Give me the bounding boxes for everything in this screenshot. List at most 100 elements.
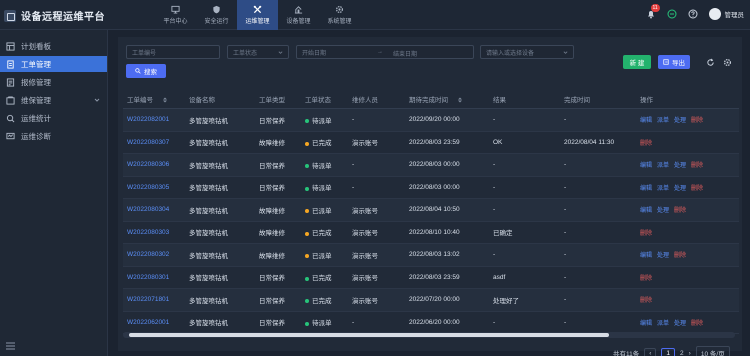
order-no-input[interactable]: 工单编号 bbox=[126, 45, 220, 59]
cell-device: 多管旋喷钻机 bbox=[189, 185, 228, 193]
settings-icon[interactable] bbox=[723, 58, 732, 67]
cell-id[interactable]: W2022080306 bbox=[123, 161, 185, 168]
cell-expected: 2022/08/04 10:50 bbox=[409, 206, 460, 214]
cell-id[interactable]: W2022080304 bbox=[123, 206, 185, 213]
new-button[interactable]: 新 建 bbox=[623, 55, 651, 69]
edit-link[interactable]: 编辑 bbox=[640, 186, 652, 192]
device-placeholder: 请输入或选择设备 bbox=[486, 50, 535, 57]
platform-logo-icon bbox=[4, 9, 16, 22]
main-nav: 平台中心 安全运行 运维管理 设备管理 系统管理 bbox=[155, 0, 360, 30]
delete-link[interactable]: 删除 bbox=[674, 253, 686, 259]
handle-link[interactable]: 处理 bbox=[674, 186, 686, 192]
sidebar-item-label: 计划看板 bbox=[21, 41, 51, 51]
cell-id[interactable]: W2022080303 bbox=[123, 229, 185, 236]
refresh-icon[interactable] bbox=[706, 58, 715, 67]
edit-link[interactable]: 编辑 bbox=[640, 321, 652, 327]
cell-id[interactable]: W2022080307 bbox=[123, 139, 185, 146]
sidebar-item-maintenance[interactable]: 维保管理 bbox=[0, 92, 107, 108]
table-row: W2022071801 多管旋喷钻机 日常保养 已完成 演示账号 2022/07/20 0… bbox=[123, 289, 739, 312]
cell-person: - bbox=[352, 161, 355, 169]
search-button[interactable]: 搜索 bbox=[126, 64, 166, 78]
status-select[interactable]: 工单状态 bbox=[227, 45, 289, 59]
page-1-button[interactable]: 1 bbox=[661, 347, 676, 356]
device-select[interactable]: 请输入或选择设备 bbox=[480, 45, 574, 59]
sidebar-item-label: 维保管理 bbox=[21, 95, 51, 105]
status-dot bbox=[305, 119, 309, 124]
maintenance-icon bbox=[6, 95, 15, 105]
cell-id[interactable]: W2022082001 bbox=[123, 116, 185, 123]
nav-item-system-management[interactable]: 系统管理 bbox=[319, 0, 360, 30]
app-title: 设备远程运维平台 bbox=[21, 12, 105, 23]
sidebar-item-plan-board[interactable]: 计划看板 bbox=[0, 38, 107, 54]
user-name: 管理员 bbox=[724, 12, 745, 19]
cell-person: 演示账号 bbox=[352, 140, 378, 148]
nav-item-safe-operation[interactable]: 安全运行 bbox=[196, 0, 237, 30]
handle-link[interactable]: 处理 bbox=[674, 163, 686, 169]
nav-item-equipment-management[interactable]: 设备管理 bbox=[278, 0, 319, 30]
scrollbar-thumb[interactable] bbox=[129, 333, 609, 337]
table-row: W2022080305 多管旋喷钻机 日常保养 待派单 - 2022/08/03 00:0… bbox=[123, 177, 739, 199]
assign-link[interactable]: 派单 bbox=[657, 321, 669, 327]
delete-link[interactable]: 删除 bbox=[691, 186, 703, 192]
table-row: W2022080307 多管旋喷钻机 故障维修 已完成 演示账号 2022/08/03 2… bbox=[123, 132, 739, 154]
nav-item-maintenance-management[interactable]: 运维管理 bbox=[237, 0, 278, 30]
table-row: W2022062001 多管旋喷钻机 日常保养 待派单 - 2022/06/20 00:0… bbox=[123, 312, 739, 334]
status-text: 已完成 bbox=[312, 140, 332, 148]
sidebar-item-diagnosis[interactable]: 运维诊断 bbox=[0, 128, 107, 144]
delete-link[interactable]: 删除 bbox=[691, 321, 703, 327]
horizontal-scrollbar[interactable] bbox=[123, 332, 735, 338]
header-done-time: 完成时间 bbox=[564, 96, 590, 104]
assign-link[interactable]: 派单 bbox=[657, 186, 669, 192]
prev-page-button[interactable]: ‹ bbox=[644, 347, 657, 356]
status-ok-icon[interactable] bbox=[667, 9, 677, 19]
sidebar-item-work-order[interactable]: 工单管理 bbox=[0, 56, 107, 72]
cell-expected: 2022/08/10 10:40 bbox=[409, 228, 460, 236]
cell-id[interactable]: W2022080302 bbox=[123, 251, 185, 258]
date-range-picker[interactable]: 开始日期 → 结束日期 bbox=[296, 45, 474, 59]
edit-link[interactable]: 编辑 bbox=[640, 208, 652, 214]
edit-link[interactable]: 编辑 bbox=[640, 118, 652, 124]
delete-link[interactable]: 删除 bbox=[674, 208, 686, 214]
header-expected-time[interactable]: 期待完成时间 bbox=[405, 94, 489, 104]
cell-status: 已完成 bbox=[301, 272, 348, 282]
cell-id[interactable]: W2022080301 bbox=[123, 274, 185, 281]
cell-id[interactable]: W2022080305 bbox=[123, 184, 185, 191]
status-dot bbox=[305, 141, 309, 146]
collapse-menu-icon[interactable] bbox=[6, 342, 15, 350]
cell-result: - bbox=[493, 116, 496, 124]
notification-badge: 11 bbox=[650, 4, 660, 12]
next-page-button[interactable]: › bbox=[689, 350, 691, 356]
header-person: 维修人员 bbox=[352, 96, 378, 104]
handle-link[interactable]: 处理 bbox=[674, 118, 686, 124]
delete-link[interactable]: 删除 bbox=[640, 276, 652, 282]
notification-button[interactable]: 11 bbox=[646, 4, 660, 19]
delete-link[interactable]: 删除 bbox=[640, 298, 652, 304]
table-row: W2022080301 多管旋喷钻机 日常保养 已完成 演示账号 2022/08/03 2… bbox=[123, 267, 739, 289]
sidebar-item-statistics[interactable]: 运维统计 bbox=[0, 110, 107, 126]
assign-link[interactable]: 派单 bbox=[657, 118, 669, 124]
handle-link[interactable]: 处理 bbox=[657, 253, 669, 259]
assign-link[interactable]: 派单 bbox=[657, 163, 669, 169]
nav-item-platform-center[interactable]: 平台中心 bbox=[155, 0, 196, 30]
page-2-button[interactable]: 2 bbox=[680, 350, 684, 356]
cell-actions: 编辑 派单 处理 删除 bbox=[636, 115, 739, 124]
edit-link[interactable]: 编辑 bbox=[640, 253, 652, 259]
cell-id[interactable]: W2022062001 bbox=[123, 319, 185, 326]
delete-link[interactable]: 删除 bbox=[691, 163, 703, 169]
export-button[interactable]: 导出 bbox=[658, 55, 690, 69]
handle-link[interactable]: 处理 bbox=[674, 321, 686, 327]
page-size-select[interactable]: 10 条/页 bbox=[695, 346, 730, 356]
delete-link[interactable]: 删除 bbox=[691, 118, 703, 124]
sidebar-item-repair[interactable]: 报修管理 bbox=[0, 74, 107, 90]
user-menu[interactable]: 管理员 bbox=[708, 8, 745, 20]
edit-link[interactable]: 编辑 bbox=[640, 163, 652, 169]
delete-link[interactable]: 删除 bbox=[640, 141, 652, 147]
delete-link[interactable]: 删除 bbox=[640, 231, 652, 237]
header-status: 工单状态 bbox=[305, 96, 331, 104]
header-order-no[interactable]: 工单编号 bbox=[123, 94, 185, 104]
handle-link[interactable]: 处理 bbox=[657, 208, 669, 214]
cell-id[interactable]: W2022071801 bbox=[123, 296, 185, 303]
help-icon[interactable] bbox=[688, 9, 698, 19]
cell-device: 多管旋喷钻机 bbox=[189, 117, 228, 125]
status-text: 待派单 bbox=[312, 320, 332, 328]
